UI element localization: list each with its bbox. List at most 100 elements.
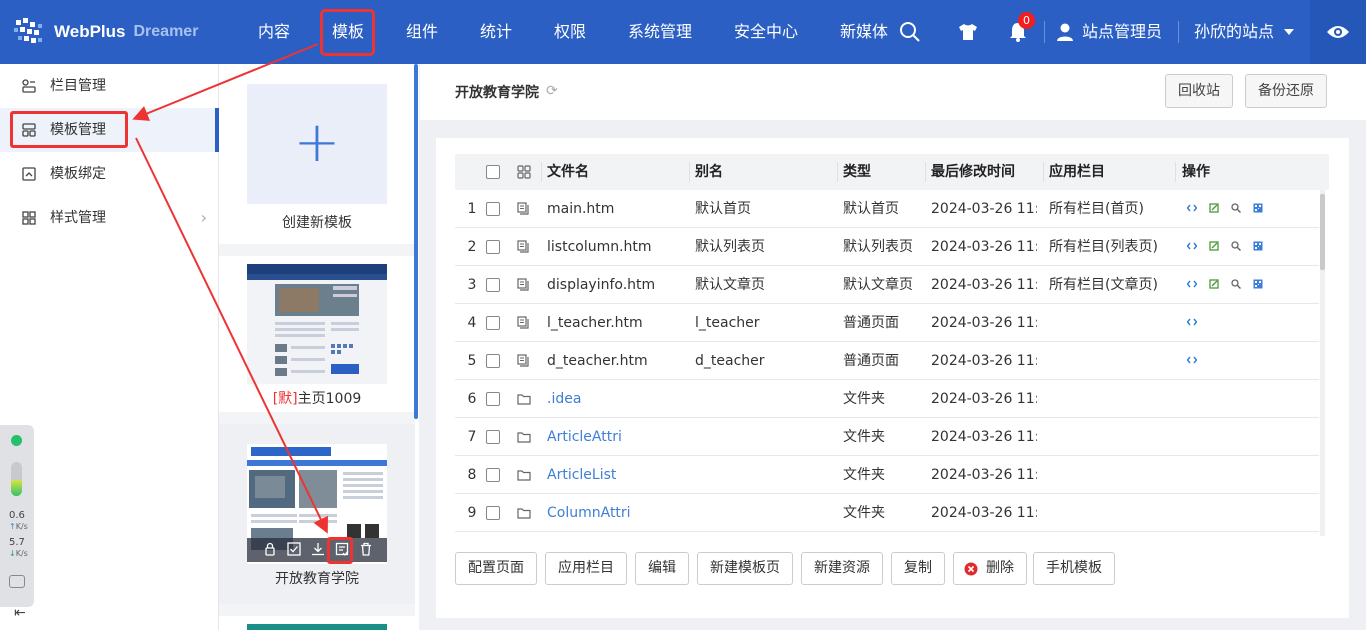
- file-name[interactable]: .idea: [547, 380, 687, 418]
- code-icon[interactable]: [1187, 279, 1197, 289]
- template-card-1-label[interactable]: [默]主页1009: [219, 388, 415, 408]
- table-row[interactable]: 4 l_teacher.htm l_teacher 普通页面 2024-03-26 11…: [455, 304, 1319, 342]
- code-icon[interactable]: [1187, 355, 1197, 365]
- table-row[interactable]: 8 ArticleList 文件夹 2024-03-26 11:...: [455, 456, 1319, 494]
- nav-content[interactable]: 内容: [258, 20, 290, 44]
- nav-statistics[interactable]: 统计: [480, 20, 512, 44]
- row-checkbox[interactable]: [486, 316, 500, 330]
- row-checkbox[interactable]: [486, 202, 500, 216]
- sidebar-item-template-bind[interactable]: 模板绑定: [0, 152, 219, 196]
- table-row[interactable]: 7 ArticleAttri 文件夹 2024-03-26 11:...: [455, 418, 1319, 456]
- template-thumbnail[interactable]: [247, 624, 387, 630]
- table-scrollbar[interactable]: [1320, 190, 1325, 536]
- row-checkbox[interactable]: [486, 392, 500, 406]
- template-card-2[interactable]: 开放教育学院: [219, 424, 415, 604]
- preview-icon[interactable]: [1231, 279, 1241, 289]
- edit-icon[interactable]: [1209, 203, 1219, 213]
- file-name[interactable]: l_teacher.htm: [547, 304, 687, 342]
- table-row[interactable]: 5 d_teacher.htm d_teacher 普通页面 2024-03-26 11…: [455, 342, 1319, 380]
- lock-icon[interactable]: [263, 542, 277, 556]
- create-template-card[interactable]: + 创建新模板: [219, 64, 415, 244]
- sidebar-item-style-manage[interactable]: 样式管理 ›: [0, 196, 219, 240]
- site-selector[interactable]: 孙欣的站点: [1194, 20, 1274, 44]
- preview-icon[interactable]: [1231, 203, 1241, 213]
- refresh-icon[interactable]: ⟳: [546, 83, 558, 99]
- theme-shirt-icon[interactable]: [956, 20, 980, 44]
- table-row[interactable]: 1 main.htm 默认首页 默认首页 2024-03-26 11:... 所有栏目(首…: [455, 190, 1319, 228]
- recycle-button[interactable]: 回收站: [1165, 74, 1233, 108]
- file-name[interactable]: main.htm: [547, 190, 687, 228]
- apply-column-button[interactable]: 应用栏目: [545, 552, 627, 585]
- template-card-2-label[interactable]: 开放教育学院: [219, 568, 415, 588]
- table-row[interactable]: 3 displayinfo.htm 默认文章页 默认文章页 2024-03-26 11:…: [455, 266, 1319, 304]
- camera-icon[interactable]: [9, 575, 25, 588]
- code-icon[interactable]: [1187, 317, 1197, 327]
- check-icon[interactable]: [287, 542, 301, 556]
- row-checkbox[interactable]: [486, 506, 500, 520]
- trash-icon[interactable]: [359, 542, 373, 556]
- caret-down-icon[interactable]: [1282, 22, 1296, 42]
- brand-sub: Dreamer: [133, 23, 199, 40]
- code-icon[interactable]: [1187, 203, 1197, 213]
- col-alias[interactable]: 别名: [695, 154, 723, 190]
- copy-button[interactable]: 复制: [891, 552, 945, 585]
- select-all-checkbox[interactable]: [486, 165, 500, 179]
- preview-icon[interactable]: [1231, 241, 1241, 251]
- table-row[interactable]: 6 .idea 文件夹 2024-03-26 11:...: [455, 380, 1319, 418]
- nav-system[interactable]: 系统管理: [628, 20, 692, 44]
- nav-permission[interactable]: 权限: [554, 20, 586, 44]
- qrcode-icon[interactable]: [1253, 241, 1263, 251]
- table-row[interactable]: 9 ColumnAttri 文件夹 2024-03-26 11:...: [455, 494, 1319, 532]
- modified-time: 2024-03-26 11:...: [931, 239, 1037, 255]
- file-name[interactable]: d_teacher.htm: [547, 342, 687, 380]
- file-name[interactable]: ColumnAttri: [547, 494, 687, 532]
- row-checkbox[interactable]: [486, 430, 500, 444]
- table-row[interactable]: 2 listcolumn.htm 默认列表页 默认列表页 2024-03-26 11:.…: [455, 228, 1319, 266]
- qrcode-icon[interactable]: [1253, 279, 1263, 289]
- applied-column: [1049, 418, 1175, 456]
- download-icon[interactable]: [311, 542, 325, 556]
- preview-button[interactable]: [1310, 0, 1366, 64]
- config-page-button[interactable]: 配置页面: [455, 552, 537, 585]
- applied-column: [1049, 494, 1175, 532]
- file-type: 默认首页: [843, 201, 899, 217]
- row-number: 9: [467, 505, 477, 521]
- file-name[interactable]: ArticleAttri: [547, 418, 687, 456]
- nav-component[interactable]: 组件: [406, 20, 438, 44]
- col-type[interactable]: 类型: [843, 154, 871, 190]
- mobile-template-button[interactable]: 手机模板: [1033, 552, 1115, 585]
- qrcode-icon[interactable]: [1253, 203, 1263, 213]
- col-apply[interactable]: 应用栏目: [1049, 154, 1105, 190]
- edit-icon[interactable]: [1209, 279, 1219, 289]
- search-icon[interactable]: [898, 20, 922, 44]
- row-checkbox[interactable]: [486, 278, 500, 292]
- edit-icon[interactable]: [1209, 241, 1219, 251]
- row-checkbox[interactable]: [486, 240, 500, 254]
- page-template-icon: [517, 354, 529, 367]
- backup-restore-button[interactable]: 备份还原: [1245, 74, 1327, 108]
- sidebar-item-columns[interactable]: 栏目管理: [0, 64, 219, 108]
- col-modified[interactable]: 最后修改时间: [931, 154, 1015, 190]
- col-filename[interactable]: 文件名: [547, 154, 589, 190]
- row-checkbox[interactable]: [486, 354, 500, 368]
- create-template-box[interactable]: +: [247, 84, 387, 204]
- network-widget[interactable]: 0.6 ↑K/s 5.7 ↓K/s: [0, 425, 34, 607]
- code-icon[interactable]: [1187, 241, 1197, 251]
- row-checkbox[interactable]: [486, 468, 500, 482]
- delete-button[interactable]: 删除: [953, 552, 1027, 585]
- collapse-sidebar-icon[interactable]: ⇤: [14, 605, 26, 621]
- file-name[interactable]: listcolumn.htm: [547, 228, 687, 266]
- file-name[interactable]: displayinfo.htm: [547, 266, 687, 304]
- file-type: 默认列表页: [843, 239, 913, 255]
- template-scrollbar[interactable]: [414, 64, 418, 419]
- nav-newmedia[interactable]: 新媒体: [840, 20, 888, 44]
- nav-security[interactable]: 安全中心: [734, 20, 798, 44]
- template-thumbnail[interactable]: [247, 264, 387, 384]
- brand-name: WebPlus: [54, 22, 126, 41]
- new-resource-button[interactable]: 新建资源: [801, 552, 883, 585]
- file-name[interactable]: ArticleList: [547, 456, 687, 494]
- logo[interactable]: WebPlus Dreamer: [14, 16, 214, 48]
- user-name[interactable]: 站点管理员: [1082, 20, 1162, 44]
- edit-button[interactable]: 编辑: [635, 552, 689, 585]
- new-template-page-button[interactable]: 新建模板页: [697, 552, 793, 585]
